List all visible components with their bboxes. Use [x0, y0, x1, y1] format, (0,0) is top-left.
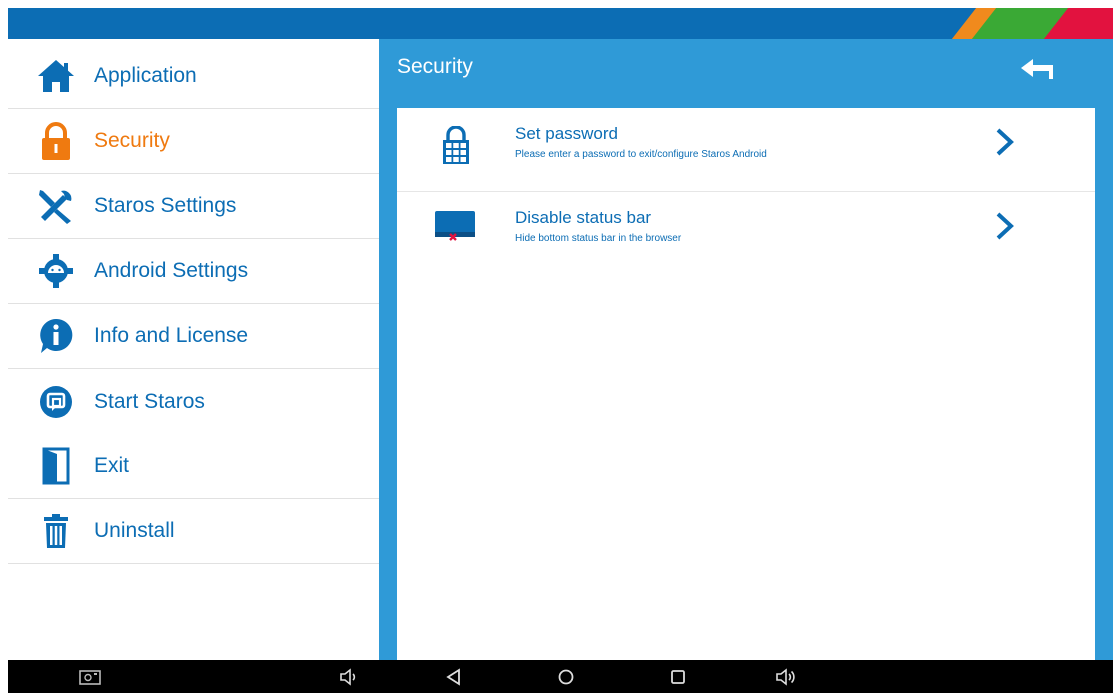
sidebar-item-staros-settings[interactable]: Staros Settings	[8, 174, 379, 239]
sidebar-item-exit[interactable]: Exit	[8, 434, 379, 499]
content-pane: Security Set password Please enter a pas…	[379, 39, 1113, 660]
screenshot-button[interactable]	[78, 667, 102, 687]
sidebar-item-label: Exit	[94, 454, 130, 477]
lock-icon	[36, 121, 76, 161]
volume-down-icon	[340, 668, 356, 686]
sidebar-item-android-settings[interactable]: Android Settings	[8, 239, 379, 304]
row-description: Please enter a password to exit/configur…	[515, 149, 767, 160]
sidebar-item-application[interactable]: Application	[8, 44, 379, 109]
sidebar-item-label: Uninstall	[94, 519, 175, 542]
recents-nav-button[interactable]	[668, 667, 688, 687]
sidebar-item-label: Application	[94, 64, 197, 87]
row-description: Hide bottom status bar in the browser	[515, 233, 682, 244]
volume-up-icon	[776, 668, 795, 686]
home-circle-icon	[558, 669, 574, 685]
sidebar-item-info-license[interactable]: Info and License	[8, 304, 379, 369]
sidebar-item-uninstall[interactable]: Uninstall	[8, 499, 379, 564]
chevron-right-icon	[993, 210, 1017, 242]
sidebar-item-security[interactable]: Security	[8, 109, 379, 174]
back-nav-button[interactable]	[444, 667, 464, 687]
system-navigation-bar	[8, 660, 1113, 693]
sidebar-item-label: Info and License	[94, 324, 249, 347]
volume-down-button[interactable]	[338, 667, 360, 687]
sidebar-item-start-staros[interactable]: Start Staros	[8, 369, 379, 434]
sidebar-item-label: Staros Settings	[94, 194, 237, 217]
exit-door-icon	[36, 446, 76, 486]
sidebar-item-label: Security	[94, 129, 170, 152]
set-password-row[interactable]: Set password Please enter a password to …	[397, 108, 1095, 192]
keypad-lock-icon	[433, 125, 479, 166]
sidebar-item-label: Start Staros	[94, 389, 205, 413]
screenshot-icon	[79, 670, 101, 685]
volume-up-button[interactable]	[774, 667, 798, 687]
trash-icon	[36, 511, 76, 551]
info-icon	[36, 316, 76, 356]
back-arrow-icon	[1021, 59, 1053, 79]
sidebar-item-label: Android Settings	[94, 259, 249, 282]
home-icon	[36, 56, 76, 96]
chevron-right-icon	[993, 126, 1017, 158]
settings-panel: Set password Please enter a password to …	[397, 108, 1095, 660]
home-nav-button[interactable]	[556, 667, 576, 687]
start-staros-icon	[36, 382, 76, 422]
disable-status-bar-row[interactable]: Disable status bar Hide bottom status ba…	[397, 192, 1095, 275]
recents-icon	[671, 670, 685, 684]
sidebar: Application Security Staros Settings And…	[8, 39, 379, 660]
tools-icon	[36, 186, 76, 226]
back-icon	[446, 668, 460, 686]
back-button[interactable]	[1019, 53, 1059, 89]
top-banner	[8, 8, 1113, 39]
android-gear-icon	[36, 251, 76, 291]
row-title: Disable status bar	[515, 208, 652, 227]
page-title: Security	[397, 55, 473, 78]
row-title: Set password	[515, 124, 618, 143]
screen-statusbar-icon	[433, 207, 479, 247]
